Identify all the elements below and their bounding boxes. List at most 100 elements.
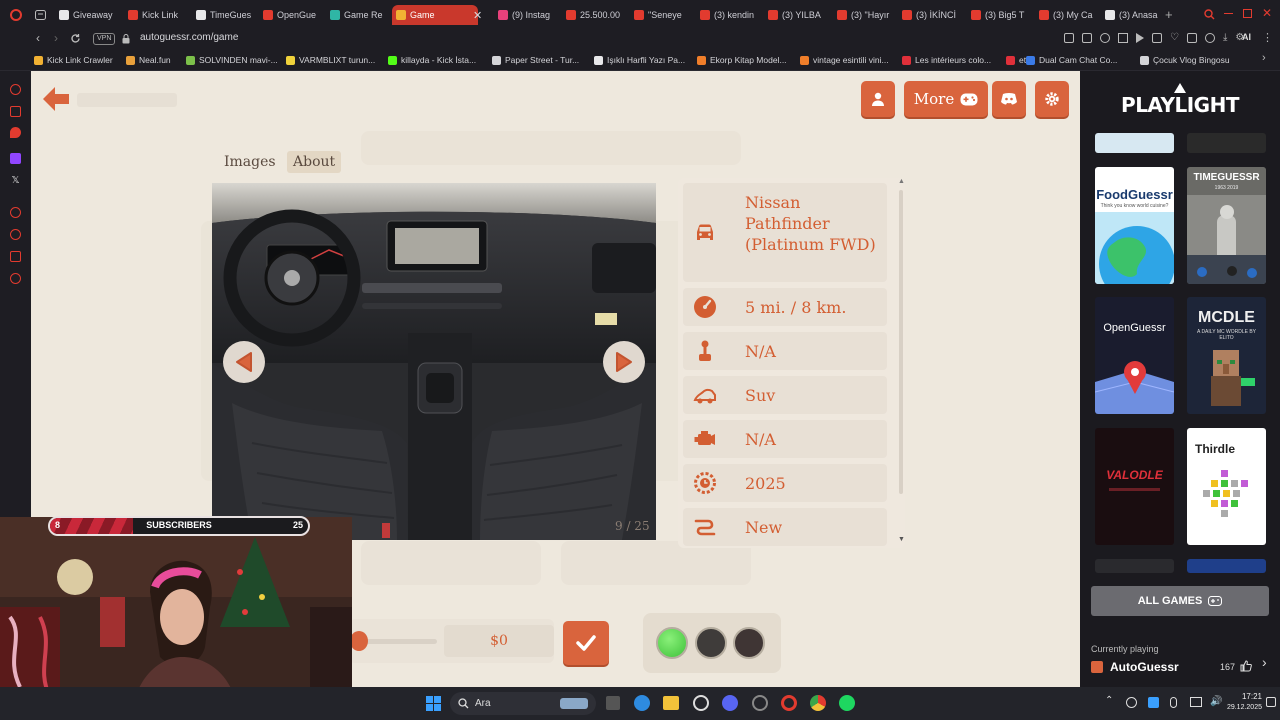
browser-tab[interactable]: (3) kendin xyxy=(696,5,758,25)
game-thumb-timeguessr[interactable]: TIMEGUESSR 1963 2019 xyxy=(1187,167,1266,284)
maximize-icon[interactable] xyxy=(1243,9,1252,18)
details-scrollbar[interactable]: ▲ ▼ xyxy=(897,178,905,548)
clock-date[interactable]: 29.12.2025 xyxy=(1218,704,1262,711)
vpn-badge[interactable]: VPN xyxy=(93,33,116,45)
snapshot-icon[interactable] xyxy=(1152,33,1162,43)
current-game-name[interactable]: AutoGuessr xyxy=(1110,660,1179,674)
browser-tab[interactable]: Kick Link xyxy=(124,5,186,25)
browser-tab[interactable]: (3) YILBA xyxy=(764,5,826,25)
player-icon[interactable] xyxy=(10,207,21,218)
play-icon[interactable] xyxy=(1136,33,1144,43)
file-explorer-icon[interactable] xyxy=(663,696,679,710)
translate-icon[interactable] xyxy=(1118,33,1128,43)
thumbs-up-icon[interactable] xyxy=(1240,660,1252,672)
tray-app-icon[interactable] xyxy=(1126,697,1137,708)
bookmark-item[interactable]: et xyxy=(1006,53,1026,67)
bookmark-item[interactable]: SOLVINDEN mavi-... xyxy=(186,53,278,67)
autoguessr-logo[interactable] xyxy=(41,83,191,115)
browser-tab[interactable]: (3) "Hayır xyxy=(833,5,893,25)
tab-menu-icon[interactable] xyxy=(35,10,46,20)
menu-icon[interactable]: ⋮ xyxy=(1262,31,1273,44)
pinboard-icon[interactable] xyxy=(10,251,21,262)
bookmark-item[interactable]: Neal.fun xyxy=(126,53,171,67)
puzzle-icon[interactable] xyxy=(1186,33,1197,43)
scroll-thumb[interactable] xyxy=(899,190,903,494)
game-thumb-partial-3[interactable] xyxy=(1095,559,1174,573)
tab-about[interactable]: About xyxy=(287,151,342,173)
bookmark-item[interactable]: Işıklı Harfli Yazı Pa... xyxy=(594,53,685,67)
browser-tab[interactable]: Game xyxy=(392,5,478,25)
bookmark-item[interactable]: Paper Street - Tur... xyxy=(492,53,579,67)
minimize-icon[interactable] xyxy=(1224,13,1233,14)
onedrive-icon[interactable] xyxy=(1148,697,1159,708)
browser-tab[interactable]: (3) Anasa xyxy=(1101,5,1159,25)
browser-tab[interactable]: "Seneye xyxy=(630,5,690,25)
reload-icon[interactable] xyxy=(70,33,81,44)
ai-button[interactable]: AI xyxy=(1242,32,1251,42)
browser-tab[interactable]: 25.500.00 xyxy=(562,5,624,25)
browser-tab[interactable]: (3) İKİNCİ xyxy=(898,5,960,25)
game-thumb-partial-4[interactable] xyxy=(1187,559,1266,573)
profile-button[interactable] xyxy=(861,81,895,117)
game-thumb-partial-1[interactable] xyxy=(1095,133,1174,153)
submit-guess-button[interactable] xyxy=(563,621,609,665)
opera-logo-icon[interactable] xyxy=(10,9,22,21)
discord-app-icon[interactable] xyxy=(722,695,738,711)
browser-tab[interactable]: OpenGue xyxy=(259,5,319,25)
settings-app-icon[interactable] xyxy=(693,695,709,711)
bookmark-item[interactable]: Ekorp Kitap Model... xyxy=(697,53,787,67)
extension-icon[interactable] xyxy=(1100,33,1110,43)
taskbar-search-box[interactable]: Ara xyxy=(450,692,596,715)
scroll-down-icon[interactable]: ▼ xyxy=(898,536,905,543)
close-tab-icon[interactable]: ✕ xyxy=(473,9,482,22)
game-thumb-valodle[interactable]: VALODLE xyxy=(1095,428,1174,545)
expand-icon[interactable]: › xyxy=(1262,654,1267,670)
bookmark-item[interactable]: vintage esintili vini... xyxy=(800,53,889,67)
game-thumb-mcdle[interactable]: MCDLE A DAILY MC WORDLE BY ELITO xyxy=(1187,297,1266,414)
browser-tab[interactable]: TimeGues xyxy=(192,5,252,25)
download-icon[interactable]: ⤓ xyxy=(1223,33,1227,43)
price-value[interactable]: $0 xyxy=(444,625,554,657)
game-thumb-openguessr[interactable]: OpenGuessr xyxy=(1095,297,1174,414)
bookmark-item[interactable]: Çocuk Vlog Bingosu xyxy=(1140,53,1230,67)
back-icon[interactable]: ‹ xyxy=(36,31,40,45)
notifications-icon[interactable] xyxy=(1266,697,1276,707)
edge-icon[interactable] xyxy=(634,695,650,711)
spotify-icon[interactable] xyxy=(839,695,855,711)
next-photo-button[interactable] xyxy=(603,341,645,383)
screenshot-icon[interactable] xyxy=(1082,33,1092,43)
new-tab-icon[interactable]: + xyxy=(1165,7,1173,22)
forward-icon[interactable]: › xyxy=(54,31,58,45)
messenger-icon[interactable] xyxy=(10,106,21,117)
opera-sidebar-icon[interactable] xyxy=(10,84,21,95)
all-games-button[interactable]: ALL GAMES xyxy=(1091,586,1269,616)
browser-tab[interactable]: (3) My Ca xyxy=(1035,5,1095,25)
browser-tab[interactable]: (3) Big5 T xyxy=(967,5,1029,25)
game-thumb-partial-2[interactable] xyxy=(1187,133,1266,153)
price-slider-handle[interactable] xyxy=(350,631,368,651)
close-window-icon[interactable]: ✕ xyxy=(1262,6,1272,20)
discord-button[interactable] xyxy=(992,81,1026,117)
game-thumb-foodguessr[interactable]: FoodGuessr Think you know world cuisine? xyxy=(1095,167,1174,284)
monitor-icon[interactable] xyxy=(1190,697,1202,707)
tab-images[interactable]: Images xyxy=(218,151,282,173)
playlight-brand[interactable]: PLAYLIGHT xyxy=(1118,93,1242,117)
browser-tab[interactable]: (9) Instag xyxy=(494,5,556,25)
bookmark-item[interactable]: killayda - Kick İsta... xyxy=(388,53,476,67)
settings-sidebar-icon[interactable] xyxy=(10,273,21,284)
url-text[interactable]: autoguessr.com/game xyxy=(140,32,238,43)
search-tabs-icon[interactable] xyxy=(1204,9,1215,20)
bookmark-item[interactable]: Kick Link Crawler xyxy=(34,53,113,67)
browser-tab[interactable]: Giveaway xyxy=(55,5,115,25)
steam-icon[interactable] xyxy=(752,695,768,711)
more-games-button[interactable]: More xyxy=(904,81,988,117)
prev-photo-button[interactable] xyxy=(223,341,265,383)
history-icon[interactable] xyxy=(10,229,21,240)
whatsapp-icon[interactable] xyxy=(10,127,21,138)
price-slider-track[interactable] xyxy=(357,639,437,644)
bookmark-item[interactable]: Dual Cam Chat Co... xyxy=(1026,53,1117,67)
twitch-icon[interactable] xyxy=(10,153,21,164)
settings-button[interactable] xyxy=(1035,81,1069,117)
browser-tab[interactable]: Game Re xyxy=(326,5,388,25)
game-thumb-thirdle[interactable]: Thirdle xyxy=(1187,428,1266,545)
